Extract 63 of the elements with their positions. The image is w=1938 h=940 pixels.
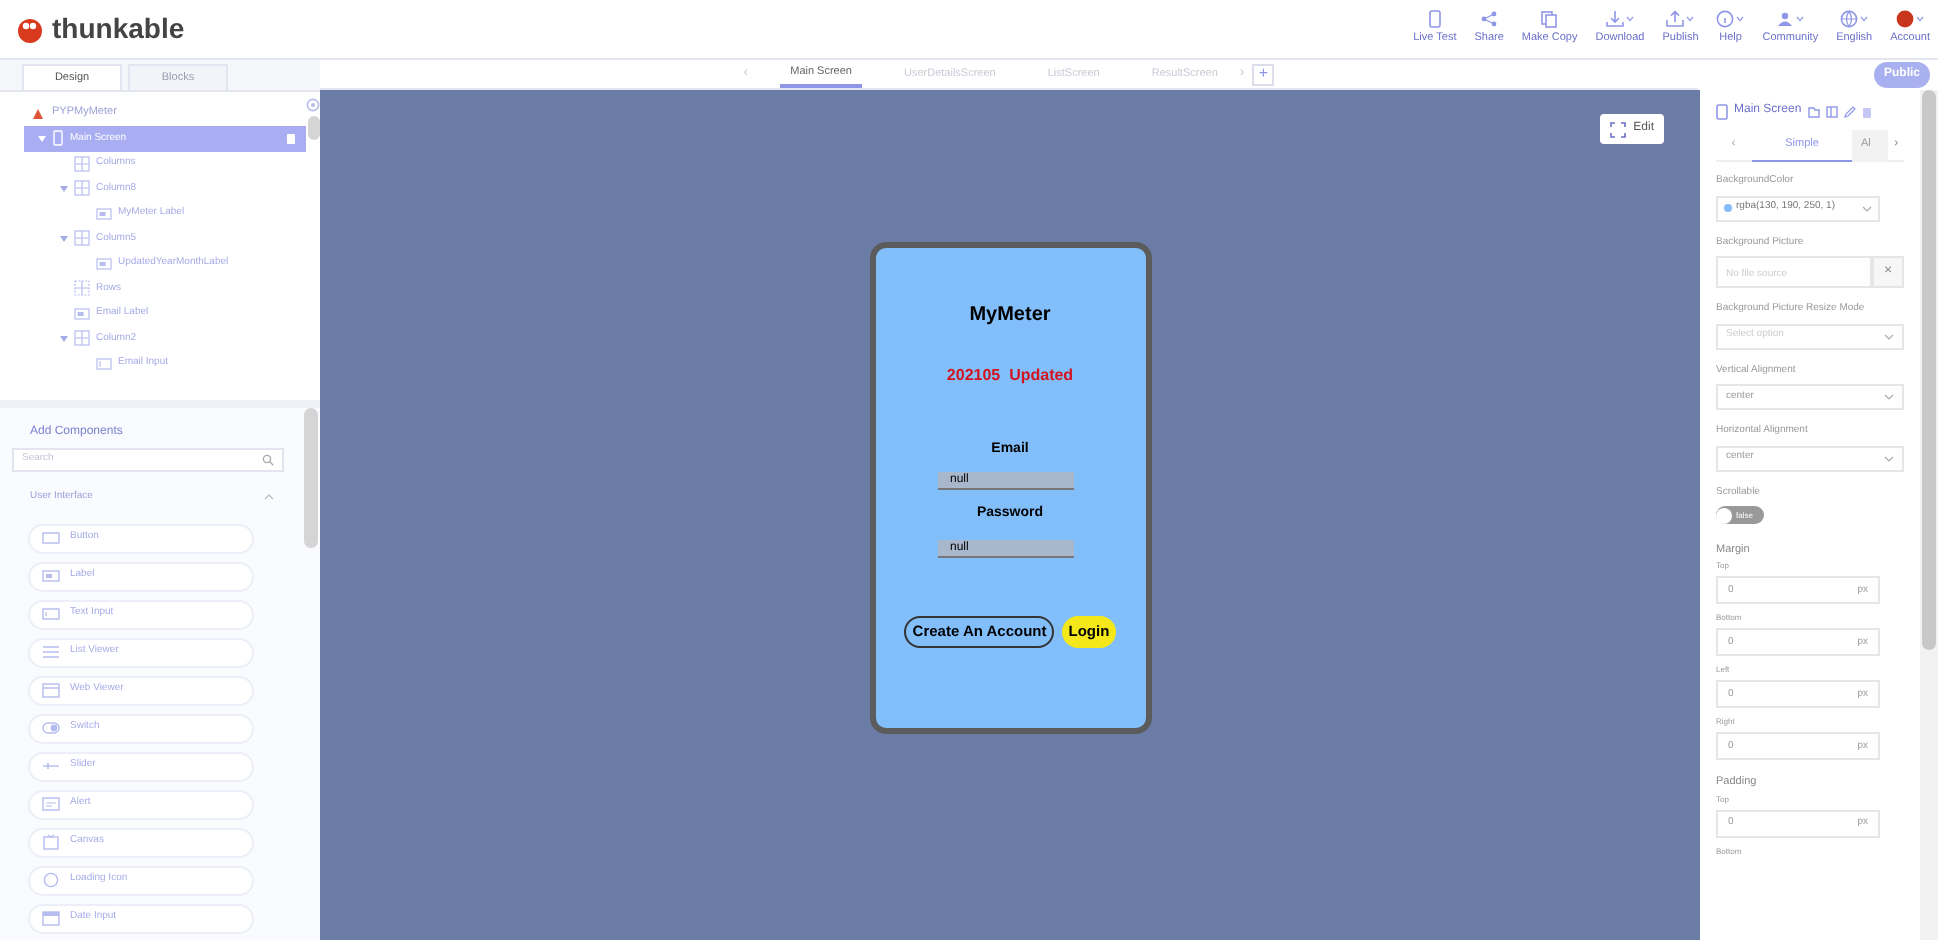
delete-icon: [286, 132, 296, 145]
people-icon: [1776, 10, 1795, 29]
download-icon: [1605, 10, 1624, 29]
add-screen-button[interactable]: +: [1252, 63, 1275, 85]
input-icon: [96, 357, 112, 370]
delete-icon: [1861, 105, 1872, 117]
dialog-icon: [42, 796, 60, 812]
updated-label: 202105 Updated: [946, 363, 1074, 387]
expand-arrow-icon: [60, 235, 68, 242]
label-icon: [96, 257, 112, 270]
scrollbar-thumb[interactable]: [1922, 90, 1936, 650]
columns-icon: [74, 155, 90, 172]
share-icon: [1480, 10, 1499, 29]
chevron-icon: [1884, 333, 1894, 339]
caret-icon: [1686, 16, 1695, 23]
caret-icon: [1916, 16, 1925, 23]
caret-icon: [1860, 16, 1869, 23]
chevron-icon: [1884, 394, 1894, 400]
expand-arrow-icon: [60, 335, 68, 342]
app-logo: thunkable: [52, 10, 185, 48]
scrollbar-thumb[interactable]: [307, 116, 319, 140]
label-icon: [74, 307, 90, 320]
expand-icon: [1609, 121, 1626, 137]
pencil-icon: [1843, 105, 1856, 117]
chevron-icon: [1862, 205, 1872, 211]
phone-icon: [52, 130, 64, 147]
app-title: MyMeter: [969, 301, 1051, 329]
expand-arrow-icon: [38, 135, 46, 142]
phone-icon: [1425, 10, 1444, 29]
settings-icon[interactable]: [306, 98, 320, 112]
slider-icon: [42, 758, 60, 774]
toggle-icon: [42, 720, 60, 736]
circle-icon: [42, 872, 60, 888]
layout-icon: [1825, 105, 1838, 117]
columns-icon: [74, 330, 90, 347]
caret-icon: [1796, 16, 1805, 23]
input-icon: [42, 606, 60, 622]
avatar-icon: [1896, 10, 1915, 29]
search-icon: [262, 454, 274, 466]
canvas-icon: [42, 834, 60, 850]
folder-icon: [1807, 105, 1820, 117]
columns-icon: [74, 180, 90, 197]
button-icon: [42, 530, 60, 546]
chevron-icon: [1884, 455, 1894, 461]
logo-icon: [16, 15, 44, 43]
expand-arrow-icon: [60, 185, 68, 192]
caret-icon: [1736, 16, 1745, 23]
upload-icon: [1666, 10, 1685, 29]
scrollbar-thumb[interactable]: [303, 408, 317, 548]
window-icon: [42, 682, 60, 698]
globe-icon: [1840, 10, 1859, 29]
chevron-icon: [264, 494, 274, 501]
grid-icon: [74, 280, 90, 297]
list-icon: [42, 644, 60, 660]
phone-icon: [1716, 103, 1728, 119]
project-icon: [32, 107, 44, 119]
label-icon: [42, 568, 60, 584]
label-icon: [96, 207, 112, 220]
info-icon: [1716, 10, 1735, 29]
caret-icon: [1625, 16, 1634, 23]
columns-icon: [74, 230, 90, 247]
copy-icon: [1540, 10, 1559, 29]
calendar-icon: [42, 910, 60, 926]
